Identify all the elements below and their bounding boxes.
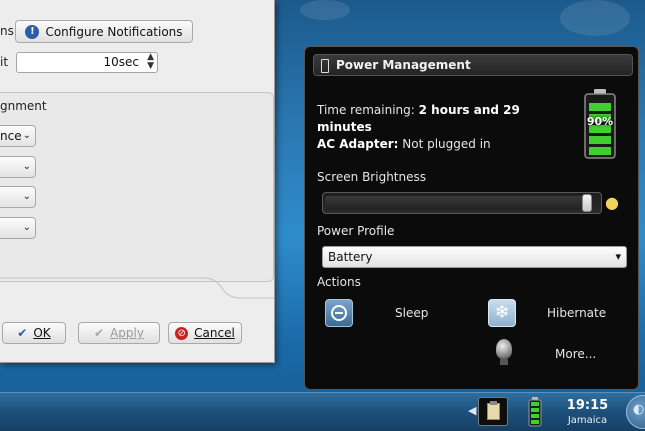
apply-label: Apply — [110, 326, 144, 340]
brightness-fill — [325, 196, 584, 210]
dropdown-2[interactable]: ⌄ — [0, 156, 36, 178]
spin-arrows-icon[interactable]: ▲ ▼ — [147, 53, 154, 71]
power-management-popup: Power Management Time remaining: 2 hours… — [304, 46, 639, 390]
ok-button[interactable]: ✔ OK — [2, 322, 66, 344]
dropdown-1-value: nce — [0, 129, 22, 143]
more-action[interactable]: More... — [488, 337, 633, 369]
battery-percent: 90% — [586, 115, 614, 128]
dropdown-4[interactable]: ⌄ — [0, 217, 36, 239]
timeout-spin-value: 10sec — [103, 55, 139, 69]
chevron-down-icon: ⌄ — [22, 191, 31, 202]
popup-title: Power Management — [336, 58, 471, 72]
actions-label: Actions — [317, 275, 361, 289]
timeout-spinbox[interactable]: 10sec ▲ ▼ — [16, 52, 158, 73]
checkmark-icon: ✔ — [17, 326, 28, 340]
chevron-down-icon: ▾ — [615, 250, 621, 263]
dropdown-1[interactable]: nce ⌄ — [0, 125, 36, 147]
cancel-label: Cancel — [194, 326, 235, 340]
brightness-slider[interactable] — [322, 192, 602, 214]
cancel-icon: ⊘ — [175, 326, 189, 340]
desktop-bokeh — [560, 0, 630, 36]
power-profile-value: Battery — [328, 250, 373, 264]
dropdown-3[interactable]: ⌄ — [0, 186, 36, 208]
battery-bar — [589, 136, 611, 144]
ok-label: OK — [33, 326, 51, 340]
taskbar: ◀ 19:15 Jamaica ◐ — [0, 392, 645, 431]
battery-bar — [589, 103, 611, 111]
clipboard-icon[interactable] — [478, 397, 508, 426]
apply-button[interactable]: ✔ Apply — [78, 322, 160, 344]
clock-time[interactable]: 19:15 — [560, 398, 615, 413]
checkmark-icon: ✔ — [94, 326, 105, 340]
group-title: gnment — [0, 99, 47, 113]
configure-notifications-button[interactable]: ! Configure Notifications — [15, 20, 193, 43]
desktop-toolbox-icon[interactable]: ◐ — [626, 395, 645, 429]
hibernate-label: Hibernate — [547, 306, 607, 320]
screen-brightness-label: Screen Brightness — [317, 170, 426, 184]
bulb-base — [500, 359, 508, 365]
sleep-action[interactable]: Sleep — [325, 299, 465, 329]
hibernate-action[interactable]: ❄ Hibernate — [488, 299, 633, 329]
info-icon: ! — [25, 24, 40, 39]
power-profile-dropdown[interactable]: Battery ▾ — [322, 246, 627, 268]
tray-battery-bar — [531, 408, 539, 412]
cancel-button[interactable]: ⊘ Cancel — [168, 322, 242, 344]
limit-row-label: it — [0, 55, 9, 69]
snowflake-icon: ❄ — [488, 299, 516, 327]
tray-arrow-icon[interactable]: ◀ — [468, 404, 476, 417]
dialog-bottom-divider — [0, 277, 274, 299]
alignment-group: gnment nce ⌄ ⌄ ⌄ ⌄ — [0, 92, 274, 282]
time-remaining-label: Time remaining: — [317, 103, 415, 117]
lightbulb-icon: ● — [605, 193, 619, 212]
tray-battery-bar — [531, 420, 539, 424]
time-remaining-line: Time remaining: 2 hours and 29 — [317, 103, 520, 117]
ac-adapter-value: Not plugged in — [402, 137, 491, 151]
time-remaining-value: 2 hours and 29 — [418, 103, 520, 117]
lightbulb-off-icon — [496, 339, 512, 359]
clock-timezone: Jamaica — [567, 415, 608, 426]
battery-bar — [589, 147, 611, 155]
tray-battery-bar — [531, 402, 539, 406]
chevron-down-icon: ⌄ — [22, 222, 31, 233]
battery-graphic: 90% — [583, 89, 617, 159]
power-profile-label: Power Profile — [317, 224, 395, 238]
sleep-icon — [325, 299, 353, 327]
sleep-label: Sleep — [395, 306, 429, 320]
desktop-bokeh — [300, 0, 350, 20]
popup-titlebar: Power Management — [313, 54, 633, 76]
chevron-down-icon: ⌄ — [22, 130, 31, 141]
ac-adapter-line: AC Adapter: Not plugged in — [317, 137, 491, 151]
time-remaining-value-cont: minutes — [317, 120, 372, 134]
brightness-slider-handle[interactable] — [582, 194, 592, 212]
more-label: More... — [555, 347, 597, 361]
configure-notifications-label: Configure Notifications — [45, 24, 183, 39]
battery-tray-icon[interactable] — [528, 397, 542, 427]
notifications-row-label: ns — [0, 24, 14, 38]
chevron-down-icon: ⌄ — [22, 161, 31, 172]
ac-adapter-label: AC Adapter: — [317, 137, 399, 151]
settings-dialog: ns ! Configure Notifications it 10sec ▲ ▼… — [0, 0, 275, 363]
battery-icon — [321, 59, 329, 73]
tray-battery-bar — [531, 414, 539, 418]
